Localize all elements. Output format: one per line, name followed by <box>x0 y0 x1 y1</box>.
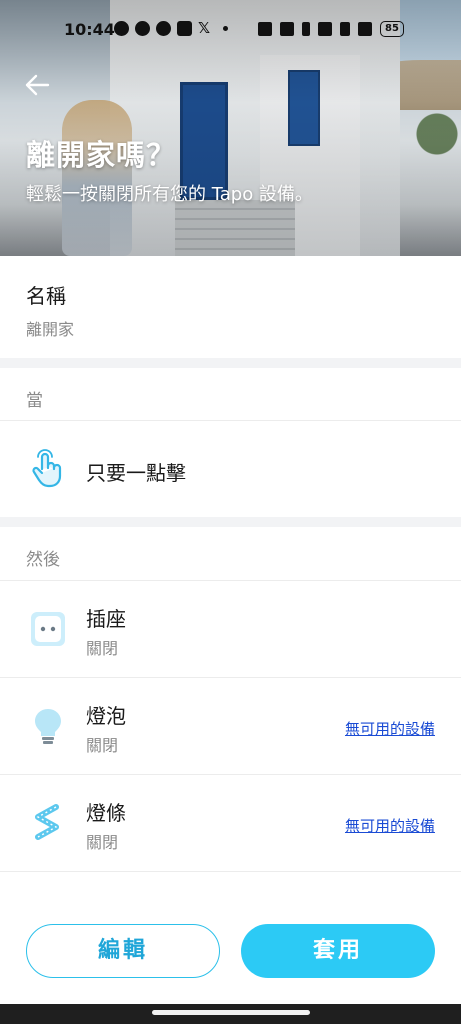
line-icon <box>156 21 171 36</box>
name-section[interactable]: 名稱 離開家 <box>0 256 461 358</box>
action-row-bulb[interactable]: 燈泡 關閉 無可用的設備 <box>0 678 461 774</box>
chat-bubble-icon <box>135 21 150 36</box>
action-row-lightstrip[interactable]: 燈條 關閉 無可用的設備 <box>0 775 461 871</box>
action-status: 關閉 <box>86 639 119 658</box>
action-status: 關閉 <box>86 833 119 852</box>
arrow-left-icon[interactable] <box>24 72 50 98</box>
then-header: 然後 <box>26 550 60 570</box>
divider <box>0 871 461 872</box>
apply-button[interactable]: 套用 <box>241 924 435 978</box>
bluetooth-icon <box>302 22 310 36</box>
no-device-link[interactable]: 無可用的設備 <box>345 815 435 836</box>
action-title: 燈條 <box>86 801 126 825</box>
x-icon: 𝕏 <box>198 19 211 37</box>
no-device-link[interactable]: 無可用的設備 <box>345 718 435 739</box>
section-gap <box>0 517 461 527</box>
page-title: 離開家嗎？ <box>26 138 177 172</box>
lightstrip-icon <box>35 804 59 840</box>
instagram-icon <box>177 21 192 36</box>
hero-banner: 10:44 𝕏 85 離開家嗎？ 輕鬆一按關閉所有您的 Tapo 設備。 <box>0 0 461 256</box>
volte-icon <box>340 22 350 36</box>
status-time: 10:44 <box>64 20 115 39</box>
tap-hand-icon <box>32 449 62 488</box>
bottom-fade <box>0 886 461 916</box>
name-value: 離開家 <box>26 320 75 339</box>
status-bar: 10:44 𝕏 85 <box>0 18 461 44</box>
wifi-icon <box>318 22 332 36</box>
action-status: 關閉 <box>86 736 119 755</box>
nfc-icon <box>258 22 272 36</box>
page-subtitle: 輕鬆一按關閉所有您的 Tapo 設備。 <box>26 184 313 205</box>
when-header: 當 <box>26 391 43 411</box>
system-icons: 85 <box>258 21 404 37</box>
action-title: 燈泡 <box>86 704 126 728</box>
system-nav-bar <box>0 1004 461 1024</box>
plug-icon <box>31 612 65 646</box>
section-gap <box>0 358 461 368</box>
battery-icon: 85 <box>380 21 404 37</box>
edit-button[interactable]: 編輯 <box>26 924 220 978</box>
messenger-icon <box>114 21 129 36</box>
home-gesture-pill[interactable] <box>152 1010 310 1015</box>
trigger-label: 只要一點擊 <box>86 461 186 485</box>
bulb-icon <box>35 709 61 744</box>
notification-icons: 𝕏 <box>114 21 228 36</box>
mute-icon <box>280 22 294 36</box>
action-row-plug[interactable]: 插座 關閉 <box>0 581 461 677</box>
signal-icon <box>358 22 372 36</box>
name-label: 名稱 <box>26 284 66 308</box>
trigger-tap-row[interactable]: 只要一點擊 <box>0 421 461 517</box>
action-title: 插座 <box>86 607 126 631</box>
more-notifications-icon <box>223 26 228 31</box>
